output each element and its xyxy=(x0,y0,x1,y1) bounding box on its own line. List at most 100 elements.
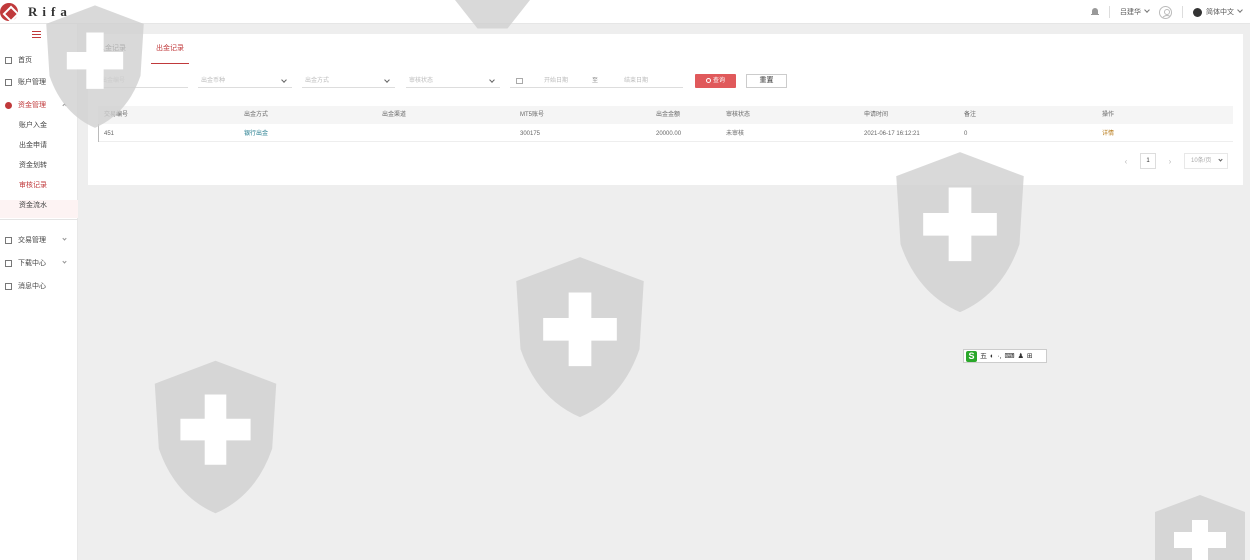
logo-text: Rifa xyxy=(28,4,72,19)
chevron-down-icon xyxy=(1144,7,1150,13)
column-header: 申请时间 xyxy=(864,112,889,118)
sidebar-item-label: 首页 xyxy=(18,57,32,64)
column-header: 出金方式 xyxy=(244,112,269,118)
divider xyxy=(1182,6,1183,18)
status-select-placeholder: 审核状态 xyxy=(409,78,434,84)
active-tab-indicator xyxy=(151,63,189,64)
tab-withdraw-records[interactable]: 出金记录 xyxy=(156,44,184,64)
next-page-icon[interactable]: › xyxy=(1166,157,1174,166)
search-icon xyxy=(705,78,711,83)
avatar[interactable] xyxy=(1159,5,1172,19)
chevron-down-icon xyxy=(1218,157,1223,162)
ime-skin-button[interactable]: ♟ xyxy=(1018,352,1024,360)
chevron-down-icon xyxy=(62,236,67,241)
ime-mode-button[interactable]: 五 xyxy=(980,351,987,361)
cell-amount: 20000.00 xyxy=(656,131,682,137)
divider xyxy=(0,219,78,220)
table-header: 交易编号 出金方式 出金渠道 MT5账号 出金金额 审核状态 申请时间 备注 操… xyxy=(98,106,1233,124)
sidebar-sub-fund-flow[interactable]: 资金流水 xyxy=(19,199,47,213)
language-label: 简体中文 xyxy=(1206,9,1234,16)
column-header: 交易编号 xyxy=(104,112,129,118)
user-menu[interactable]: 吕建华 xyxy=(1120,7,1150,17)
table-row: 451 银行出金 300175 20000.00 未审核 2021-06-17 … xyxy=(98,124,1233,142)
column-header: 出金渠道 xyxy=(382,112,407,118)
divider xyxy=(1109,6,1110,18)
date-end[interactable]: 结束日期 xyxy=(624,74,648,88)
chevron-up-icon xyxy=(62,103,67,108)
date-separator: 至 xyxy=(592,78,599,84)
cell-mt5: 300175 xyxy=(520,131,541,137)
cell-id: 451 xyxy=(104,131,115,137)
sidebar-item-downloads[interactable]: 下载中心 xyxy=(0,256,78,270)
chevron-down-icon xyxy=(1237,7,1243,13)
sidebar-sub-audit-records[interactable]: 审核记录 xyxy=(19,179,47,193)
reset-button[interactable]: 重置 xyxy=(746,74,787,88)
sidebar-sub-transfer[interactable]: 资金划转 xyxy=(19,159,47,173)
sidebar-item-home[interactable]: 首页 xyxy=(0,53,78,67)
cell-method[interactable]: 银行出金 xyxy=(244,126,268,142)
ime-halfwidth-button[interactable]: ◐ xyxy=(990,353,994,360)
shield-watermark-icon xyxy=(516,257,644,418)
sidebar-item-label: 资金管理 xyxy=(18,102,46,109)
ime-toolbar[interactable]: S 五 ◐ ·, ⌨ ♟ ⊞ xyxy=(963,349,1047,363)
sidebar-sub-deposit[interactable]: 账户入金 xyxy=(19,119,47,133)
page-number[interactable]: 1 xyxy=(1140,153,1156,169)
chevron-down-icon xyxy=(281,77,287,83)
detail-link[interactable]: 详情 xyxy=(1102,126,1114,142)
shield-watermark-icon xyxy=(1155,495,1245,560)
column-header: MT5账号 xyxy=(520,112,545,118)
menu-toggle-icon[interactable] xyxy=(32,31,41,38)
sidebar-item-funds[interactable]: 资金管理 xyxy=(0,98,78,112)
account-icon xyxy=(5,78,12,86)
column-header: 审核状态 xyxy=(726,112,751,118)
logo[interactable]: Rifa xyxy=(0,2,72,22)
date-start[interactable]: 开始日期 xyxy=(544,74,568,88)
ime-tools-button[interactable]: ⊞ xyxy=(1027,352,1033,360)
download-icon xyxy=(5,259,12,267)
sidebar-item-trading[interactable]: 交易管理 xyxy=(0,233,78,247)
mail-icon xyxy=(5,282,12,290)
ime-keyboard-button[interactable]: ⌨ xyxy=(1005,352,1015,360)
ime-punctuation-button[interactable]: ·, xyxy=(997,353,1001,360)
header-actions: 吕建华 简体中文 xyxy=(1091,0,1243,24)
column-header: 出金金额 xyxy=(656,112,681,118)
prev-page-icon[interactable]: ‹ xyxy=(1122,157,1130,166)
sidebar-sub-withdraw-apply[interactable]: 出金申请 xyxy=(19,139,47,153)
trading-icon xyxy=(5,236,12,244)
date-range-picker[interactable]: 开始日期 至 结束日期 xyxy=(510,74,683,88)
page-size-select[interactable]: 10条/页 xyxy=(1184,153,1228,169)
records-card: 入金记录 出金记录 出金编号 出金币种 出金方式 审核状态 开始日期 至 结束日… xyxy=(88,34,1243,185)
currency-select-placeholder: 出金币种 xyxy=(201,78,226,84)
sidebar-item-label: 消息中心 xyxy=(18,283,46,290)
shield-watermark-icon xyxy=(154,360,277,514)
sidebar-item-label: 账户管理 xyxy=(18,79,46,86)
home-icon xyxy=(5,56,12,64)
calendar-icon xyxy=(516,78,523,84)
cell-time: 2021-06-17 16:12:21 xyxy=(864,131,920,137)
cell-note: 0 xyxy=(964,131,968,137)
ime-logo-icon[interactable]: S xyxy=(966,350,977,362)
top-bar: Rifa 吕建华 简体中文 xyxy=(0,0,1250,24)
sidebar-item-messages[interactable]: 消息中心 xyxy=(0,279,78,293)
funds-icon xyxy=(5,101,12,109)
chevron-down-icon xyxy=(62,259,67,264)
currency-select[interactable]: 出金币种 xyxy=(198,74,292,88)
method-select[interactable]: 出金方式 xyxy=(302,74,395,88)
globe-icon xyxy=(1193,7,1202,17)
logo-mark-icon xyxy=(0,3,18,21)
sidebar: 首页 账户管理 资金管理 账户入金 出金申请 资金划转 审核记录 资金流水 交易… xyxy=(0,24,78,560)
column-header: 操作 xyxy=(1102,112,1115,118)
page-size-label: 10条/页 xyxy=(1191,158,1212,164)
status-select[interactable]: 审核状态 xyxy=(406,74,500,88)
column-header: 备注 xyxy=(964,112,977,118)
language-switch[interactable]: 简体中文 xyxy=(1193,7,1243,17)
sidebar-item-label: 下载中心 xyxy=(18,260,46,267)
pagination: ‹ 1 › 10条/页 xyxy=(1122,152,1228,170)
cell-status: 未审核 xyxy=(726,131,745,137)
method-select-placeholder: 出金方式 xyxy=(305,78,330,84)
search-button[interactable]: 查询 xyxy=(695,74,736,88)
sidebar-item-accounts[interactable]: 账户管理 xyxy=(0,75,78,89)
tab-deposit-records[interactable]: 入金记录 xyxy=(98,44,126,64)
bell-icon[interactable] xyxy=(1091,8,1099,16)
order-no-input[interactable]: 出金编号 xyxy=(98,74,188,88)
